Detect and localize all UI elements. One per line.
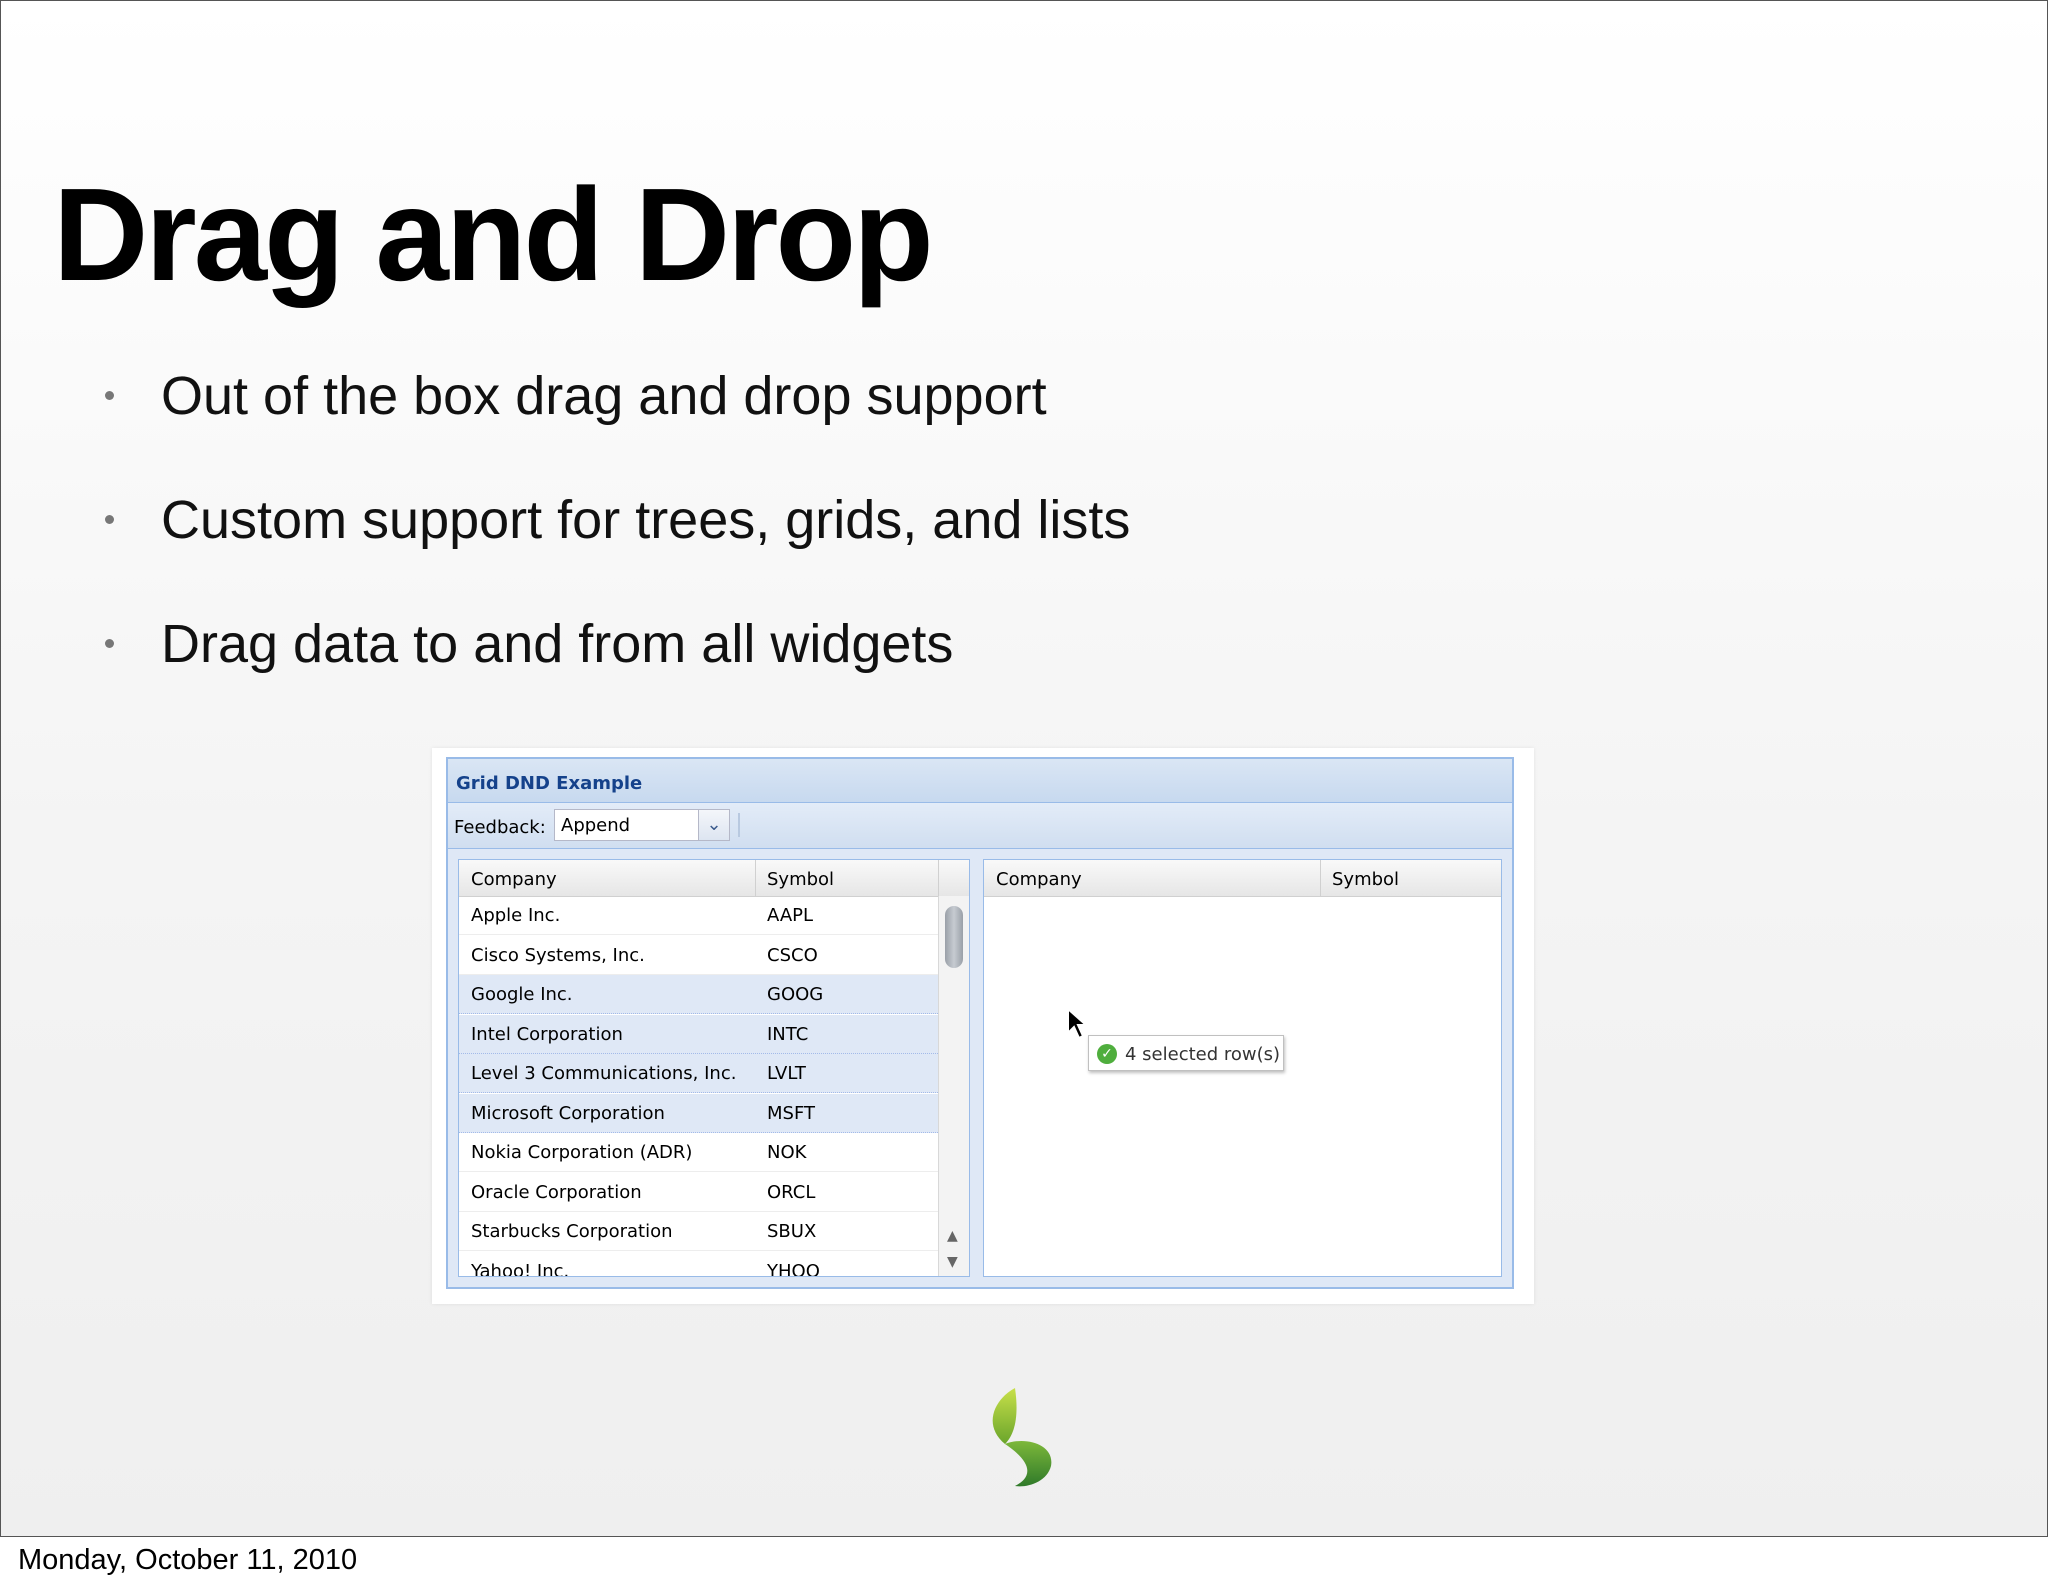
- feedback-combo[interactable]: Append ⌄: [554, 809, 730, 841]
- cell-symbol: MSFT: [767, 1102, 815, 1124]
- table-row[interactable]: Level 3 Communications, Inc. LVLT: [459, 1054, 938, 1093]
- slide-title: Drag and Drop: [53, 161, 934, 308]
- mouse-pointer-icon: [1067, 1007, 1089, 1040]
- cell-symbol: CSCO: [767, 944, 818, 966]
- table-row[interactable]: Microsoft Corporation MSFT: [459, 1093, 938, 1133]
- feedback-combo-value: Append: [561, 815, 631, 836]
- column-divider: [1320, 860, 1321, 896]
- scrollbar[interactable]: ▲ ▼: [938, 896, 969, 1276]
- bullet-text: Out of the box drag and drop support: [161, 366, 1047, 426]
- column-header-symbol[interactable]: Symbol: [767, 869, 834, 890]
- scroll-up-icon[interactable]: ▲: [947, 1228, 958, 1244]
- table-row[interactable]: Google Inc. GOOG: [459, 975, 938, 1014]
- bullet-text: Custom support for trees, grids, and lis…: [161, 490, 1131, 550]
- scroll-down-icon[interactable]: ▼: [947, 1254, 958, 1270]
- cell-symbol: YHOO: [767, 1260, 820, 1277]
- cell-company: Microsoft Corporation: [471, 1102, 665, 1124]
- cell-symbol: SBUX: [767, 1221, 817, 1242]
- bullet-item: Custom support for trees, grids, and lis…: [101, 485, 1130, 609]
- cell-symbol: LVLT: [767, 1063, 806, 1084]
- cell-symbol: NOK: [767, 1142, 807, 1163]
- feedback-label: Feedback:: [454, 817, 546, 838]
- footer-date: Monday, October 11, 2010: [18, 1544, 358, 1576]
- cell-symbol: AAPL: [767, 905, 814, 926]
- checkmark-icon: ✓: [1097, 1044, 1117, 1064]
- sencha-logo-icon: [992, 1388, 1052, 1487]
- column-header-symbol[interactable]: Symbol: [1332, 869, 1399, 890]
- chevron-down-icon[interactable]: ⌄: [698, 810, 729, 840]
- table-row[interactable]: Apple Inc. AAPL: [459, 896, 938, 935]
- bullet-dot-icon: [105, 515, 114, 524]
- grid-dnd-screenshot: Grid DND Example Feedback: Append ⌄ Comp…: [432, 748, 1534, 1304]
- cell-company: Yahoo! Inc.: [471, 1260, 570, 1277]
- bullet-dot-icon: [105, 639, 114, 648]
- bullet-text: Drag data to and from all widgets: [161, 614, 954, 674]
- cell-symbol: INTC: [767, 1023, 809, 1045]
- cell-company: Nokia Corporation (ADR): [471, 1142, 693, 1163]
- cell-company: Oracle Corporation: [471, 1181, 642, 1203]
- slide: Drag and Drop Out of the box drag and dr…: [0, 0, 2048, 1537]
- grid-header: Company Symbol: [459, 860, 969, 897]
- table-row[interactable]: Yahoo! Inc. YHOO: [459, 1252, 938, 1277]
- table-row[interactable]: Cisco Systems, Inc. CSCO: [459, 936, 938, 975]
- source-grid: Company Symbol Apple Inc. AAPL Cisco Syste…: [458, 859, 970, 1277]
- column-header-company[interactable]: Company: [996, 869, 1082, 890]
- column-divider: [938, 860, 939, 896]
- panel-title: Grid DND Example: [448, 759, 1512, 803]
- table-row[interactable]: Intel Corporation INTC: [459, 1014, 938, 1054]
- cell-company: Apple Inc.: [471, 905, 561, 926]
- drag-status-text: 4 selected row(s): [1125, 1044, 1281, 1065]
- bullet-item: Drag data to and from all widgets: [101, 609, 1130, 733]
- drag-status-tooltip: ✓ 4 selected row(s): [1088, 1035, 1284, 1071]
- cell-company: Google Inc.: [471, 984, 573, 1005]
- table-row[interactable]: Oracle Corporation ORCL: [459, 1173, 938, 1212]
- table-row[interactable]: Nokia Corporation (ADR) NOK: [459, 1133, 938, 1172]
- grid-header: Company Symbol: [984, 860, 1501, 897]
- bullet-list: Out of the box drag and drop support Cus…: [101, 361, 1130, 733]
- grid-dnd-panel: Grid DND Example Feedback: Append ⌄ Comp…: [446, 757, 1514, 1289]
- column-header-company[interactable]: Company: [471, 869, 557, 890]
- table-row[interactable]: Starbucks Corporation SBUX: [459, 1212, 938, 1251]
- cell-symbol: ORCL: [767, 1181, 816, 1203]
- bullet-item: Out of the box drag and drop support: [101, 361, 1130, 485]
- cell-company: Starbucks Corporation: [471, 1221, 673, 1242]
- cell-symbol: GOOG: [767, 984, 824, 1005]
- toolbar: Feedback: Append ⌄: [448, 803, 1512, 849]
- scrollbar-thumb[interactable]: [945, 906, 963, 968]
- column-divider: [755, 860, 756, 896]
- cell-company: Intel Corporation: [471, 1023, 623, 1045]
- cell-company: Cisco Systems, Inc.: [471, 944, 645, 966]
- toolbar-separator: [738, 813, 740, 837]
- cell-company: Level 3 Communications, Inc.: [471, 1063, 737, 1084]
- bullet-dot-icon: [105, 391, 114, 400]
